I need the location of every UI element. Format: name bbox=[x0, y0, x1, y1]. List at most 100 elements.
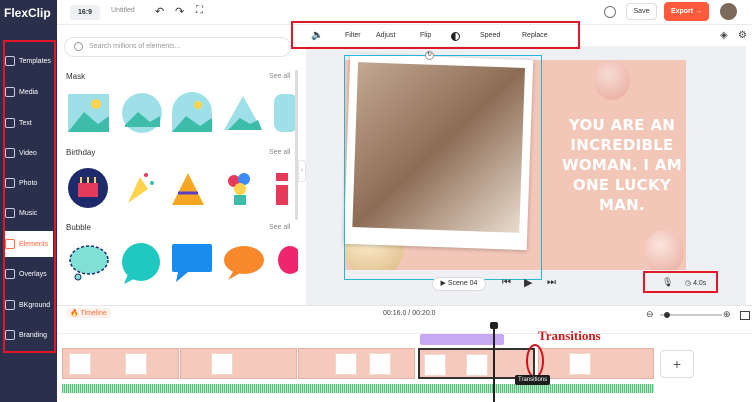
sidebar-item-background[interactable]: BKground bbox=[5, 292, 53, 318]
rotate-handle-icon[interactable]: ↻ bbox=[425, 51, 434, 60]
photo-icon bbox=[5, 178, 15, 188]
redo-icon[interactable]: ↷ bbox=[175, 5, 184, 18]
transition-highlight-circle[interactable] bbox=[526, 344, 544, 378]
birthday-cake-element[interactable] bbox=[68, 168, 108, 208]
cloud-bubble-element[interactable] bbox=[69, 245, 109, 281]
clip-thumb bbox=[125, 353, 147, 375]
balloon-decoration bbox=[644, 230, 684, 270]
settings-icon[interactable]: ⚙ bbox=[738, 30, 747, 41]
avatar[interactable] bbox=[720, 3, 737, 20]
overlays-icon bbox=[5, 269, 15, 279]
sidebar-item-music[interactable]: Music bbox=[5, 200, 53, 226]
replace-button[interactable]: Replace bbox=[522, 32, 548, 39]
mask-circle[interactable] bbox=[122, 93, 162, 133]
timeline-clip[interactable] bbox=[180, 348, 297, 379]
see-all-mask[interactable]: See all bbox=[269, 73, 290, 80]
background-icon bbox=[5, 300, 15, 310]
sidebar-item-label: Templates bbox=[19, 57, 51, 65]
volume-icon[interactable]: 🔈 bbox=[311, 30, 323, 41]
balloons-element[interactable] bbox=[228, 173, 250, 205]
folder-icon bbox=[5, 87, 15, 97]
mask-thumbnails bbox=[68, 92, 298, 133]
scene-play-button[interactable]: ▶ Scene 04 bbox=[432, 277, 486, 291]
search-placeholder: Search millions of elements... bbox=[89, 43, 181, 50]
playhead-handle[interactable] bbox=[490, 322, 498, 329]
video-icon bbox=[5, 148, 15, 158]
scene-duration[interactable]: ◷ 4.0s bbox=[685, 279, 706, 287]
add-scene-button[interactable]: + bbox=[660, 350, 694, 378]
clip-thumb bbox=[369, 353, 391, 375]
see-all-birthday[interactable]: See all bbox=[269, 149, 290, 156]
sidebar-item-overlays[interactable]: Overlays bbox=[5, 261, 53, 287]
sidebar-item-label: Text bbox=[19, 119, 32, 127]
party-hat-element[interactable] bbox=[172, 173, 204, 205]
project-title[interactable]: Untitled bbox=[111, 7, 135, 14]
adjust-button[interactable]: Adjust bbox=[376, 32, 395, 39]
balloon-decoration bbox=[594, 60, 630, 100]
speed-button[interactable]: Speed bbox=[480, 32, 500, 39]
sidebar-item-video[interactable]: Video bbox=[5, 140, 53, 166]
collapse-panel-button[interactable]: ‹ bbox=[298, 160, 306, 182]
help-icon[interactable] bbox=[604, 6, 616, 18]
sidebar-item-media[interactable]: Media bbox=[5, 79, 53, 105]
zoom-slider-handle[interactable] bbox=[664, 312, 670, 318]
search-input[interactable]: Search millions of elements... bbox=[64, 37, 291, 57]
mask-triangle[interactable] bbox=[224, 96, 262, 130]
zoom-out-icon[interactable]: ⊖ bbox=[646, 309, 654, 320]
clip-thumb bbox=[466, 354, 488, 376]
clip-thumb bbox=[335, 353, 357, 375]
export-button[interactable]: Export → bbox=[664, 2, 709, 21]
mask-rect[interactable] bbox=[68, 94, 109, 132]
section-title-mask: Mask bbox=[66, 72, 86, 81]
sidebar-item-photo[interactable]: Photo bbox=[5, 170, 53, 196]
timeline-clip[interactable] bbox=[538, 348, 654, 379]
search-icon bbox=[74, 42, 83, 51]
timeline-clip[interactable] bbox=[62, 348, 179, 379]
selection-box[interactable] bbox=[344, 55, 542, 280]
filter-button[interactable]: Filter bbox=[345, 32, 361, 39]
sidebar-item-elements[interactable]: Elements bbox=[5, 231, 53, 257]
party-popper-element[interactable] bbox=[128, 173, 154, 203]
transitions-annotation: Transitions bbox=[538, 328, 601, 343]
sidebar-item-text[interactable]: Text bbox=[5, 110, 53, 136]
fullscreen-icon[interactable]: ⛶ bbox=[196, 5, 203, 16]
zoom-slider[interactable] bbox=[660, 312, 722, 318]
birthday-partial-element[interactable] bbox=[276, 173, 288, 205]
round-bubble-element[interactable] bbox=[122, 243, 160, 284]
opacity-icon[interactable] bbox=[451, 32, 460, 41]
clip-thumb bbox=[424, 354, 446, 376]
sidebar-item-branding[interactable]: Branding bbox=[5, 322, 53, 348]
play-icon[interactable]: ▶ bbox=[524, 276, 532, 289]
audio-waveform[interactable] bbox=[62, 384, 654, 393]
aspect-ratio-button[interactable]: 16:9 bbox=[70, 5, 100, 20]
zoom-in-icon[interactable]: ⊕ bbox=[723, 309, 731, 320]
flexclip-logo[interactable]: FlexClip bbox=[4, 6, 51, 20]
sidebar-item-label: Video bbox=[19, 149, 37, 157]
timeline-tab[interactable]: 🔥 Timeline bbox=[66, 308, 111, 318]
undo-icon[interactable]: ↶ bbox=[155, 5, 164, 18]
quote-text[interactable]: YOU ARE AN INCREDIBLE WOMAN. I AM ONE LU… bbox=[557, 115, 687, 215]
clip-thumb bbox=[211, 353, 233, 375]
next-icon[interactable]: ⏭ bbox=[547, 277, 556, 288]
sidebar-item-templates[interactable]: Templates bbox=[5, 48, 53, 74]
microphone-icon[interactable]: 🎙 bbox=[662, 277, 673, 288]
export-label: Export bbox=[670, 8, 694, 15]
square-bubble-element[interactable] bbox=[172, 244, 212, 282]
templates-icon bbox=[5, 56, 15, 66]
fit-timeline-icon[interactable] bbox=[740, 311, 750, 320]
timeline-clip[interactable] bbox=[298, 348, 415, 379]
mask-arch[interactable] bbox=[172, 92, 212, 132]
see-all-bubble[interactable]: See all bbox=[269, 224, 290, 231]
flip-button[interactable]: Flip bbox=[420, 32, 431, 39]
bubble-partial-element[interactable] bbox=[278, 246, 298, 274]
arrow-right-icon: → bbox=[695, 8, 703, 15]
layers-icon[interactable]: ◈ bbox=[720, 30, 728, 41]
clip-thumb bbox=[69, 353, 91, 375]
save-button[interactable]: Save bbox=[626, 3, 657, 20]
audio-track[interactable] bbox=[420, 334, 504, 345]
panel-scrollbar[interactable] bbox=[295, 70, 298, 220]
oval-bubble-element[interactable] bbox=[224, 246, 264, 280]
playhead[interactable] bbox=[493, 325, 495, 402]
play-icon: ▶ bbox=[440, 280, 448, 287]
previous-icon[interactable]: ⏮ bbox=[502, 277, 511, 288]
